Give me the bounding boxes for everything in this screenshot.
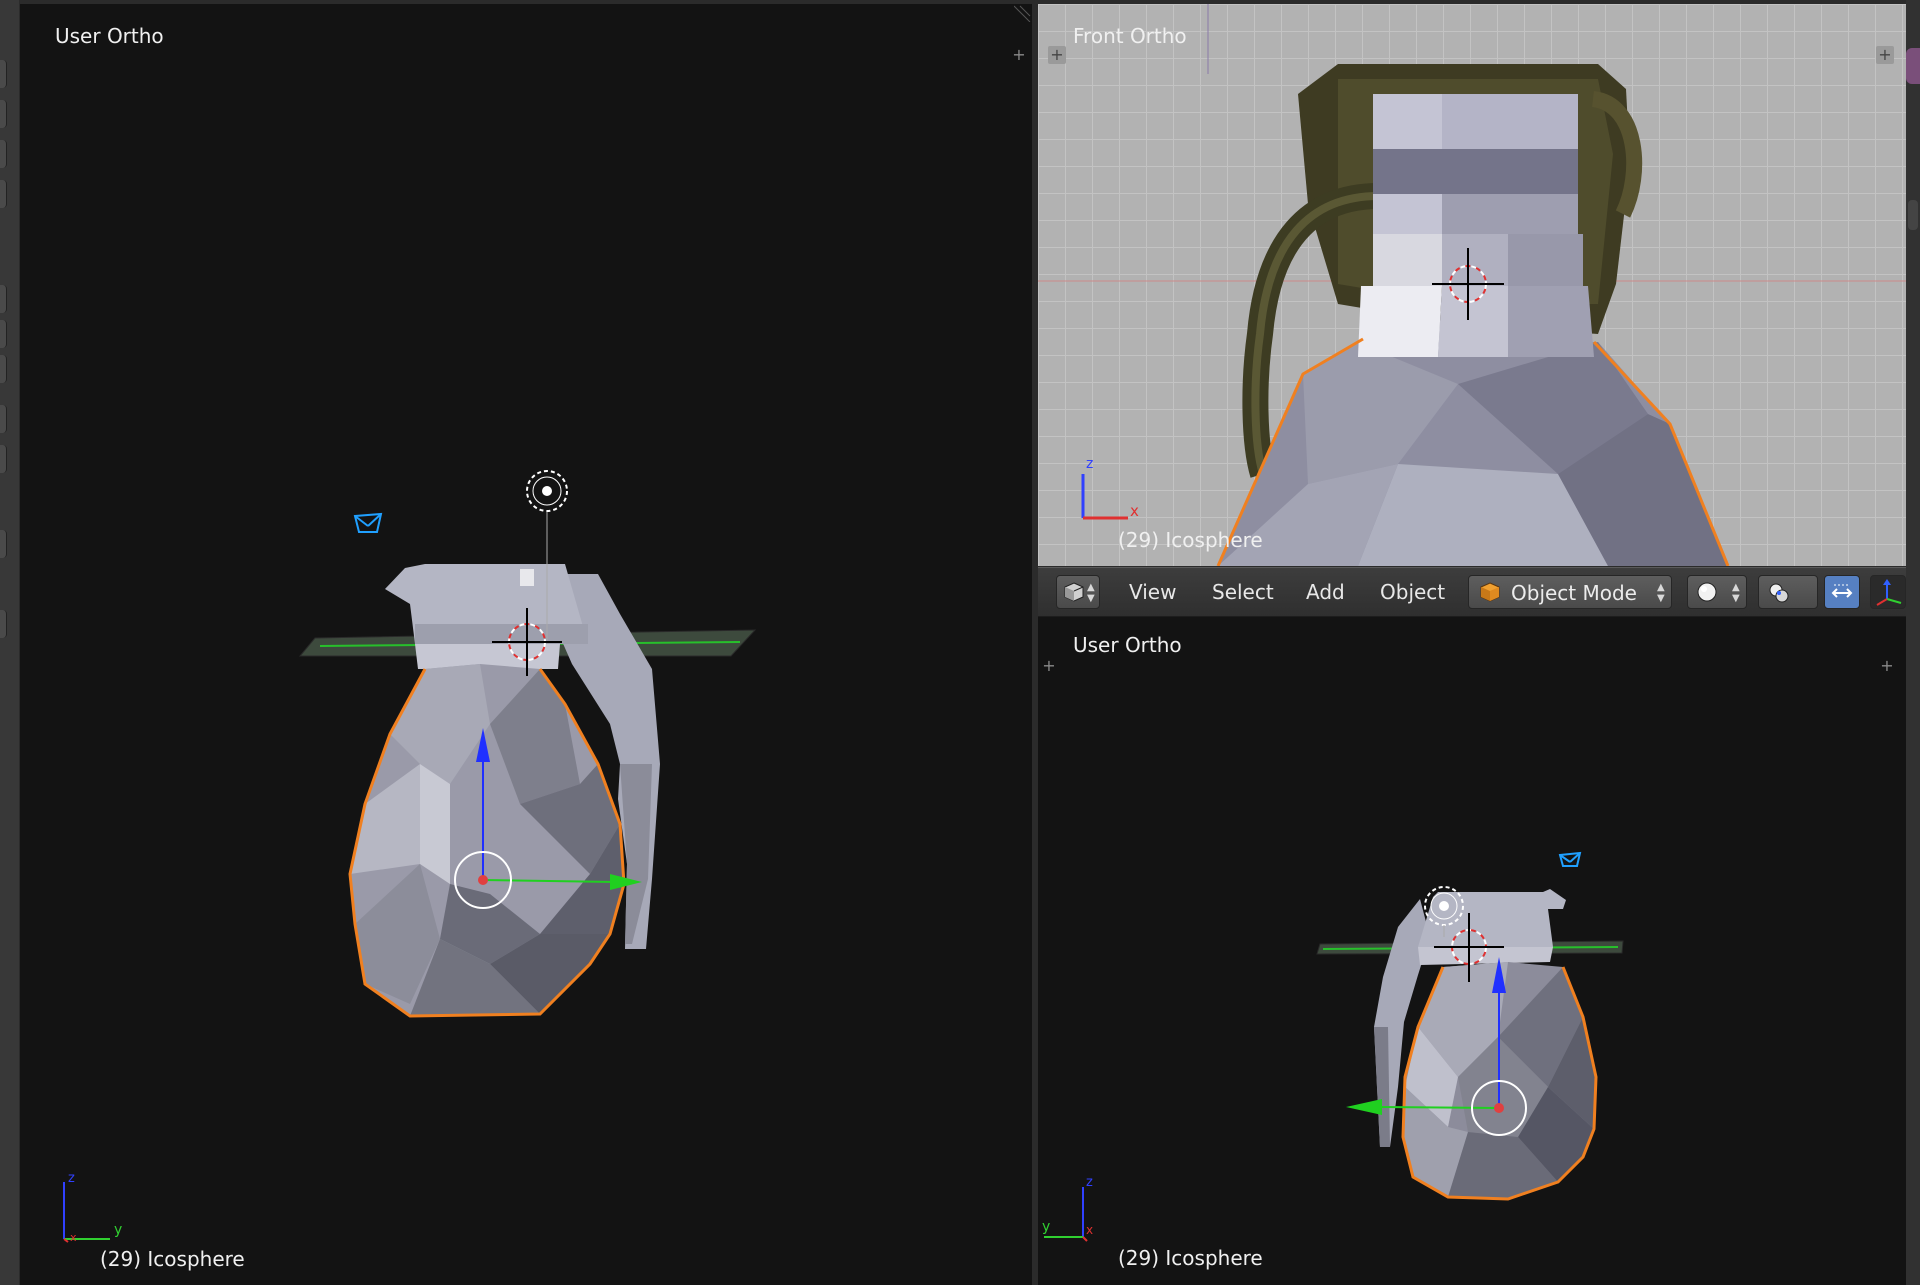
plus-icon[interactable]: + (1040, 657, 1058, 675)
menu-object[interactable]: Object (1380, 580, 1445, 604)
mode-selector[interactable]: Object Mode ▲ ▼ (1468, 575, 1672, 609)
object-label: (29) Icosphere (1118, 528, 1263, 552)
strip-tab[interactable] (0, 610, 7, 638)
viewport-user-ortho-bottom[interactable]: User Ortho z y x (29) Icosphere + + (1038, 617, 1906, 1285)
transform-axes-icon (1876, 579, 1902, 606)
panel-tab[interactable] (1908, 200, 1918, 230)
object-label: (29) Icosphere (100, 1247, 245, 1271)
object-label: (29) Icosphere (1118, 1246, 1263, 1270)
axis-label-z: z (1086, 1175, 1093, 1190)
updown-icon: ▲▼ (1087, 582, 1095, 604)
strip-tab[interactable] (0, 320, 7, 348)
viewport-title: User Ortho (1073, 633, 1182, 657)
menu-select[interactable]: Select (1212, 580, 1274, 604)
strip-tab[interactable] (0, 140, 7, 168)
axis-label-y: y (1042, 1219, 1051, 1235)
strip-tab[interactable] (0, 180, 7, 208)
axis-label-y: y (114, 1222, 123, 1238)
axis-label-z: z (68, 1171, 75, 1186)
object-cube-icon (1480, 582, 1500, 602)
viewport-title: Front Ortho (1073, 24, 1187, 48)
pivot-point-icon (1769, 583, 1789, 603)
menu-view[interactable]: View (1129, 580, 1176, 604)
editor-type-button[interactable]: ▲ ▼ (1056, 575, 1100, 609)
viewport-header: ▲ ▼ View Select Add Object Object Mode ▲ ▼… (1038, 567, 1920, 617)
axis-label-x: x (1086, 1223, 1094, 1237)
sphere-shading-icon (1697, 582, 1717, 602)
strip-tab[interactable] (0, 60, 7, 88)
right-panel-strip (1906, 0, 1920, 1285)
transform-widget-button[interactable] (1870, 575, 1906, 609)
viewport-front-ortho[interactable]: Front Ortho z x (29) Icosphere + + (1038, 4, 1906, 566)
manipulator-icon (1831, 584, 1853, 598)
shading-button[interactable]: ▲ ▼ (1687, 575, 1747, 609)
strip-tab[interactable] (0, 285, 7, 313)
plus-icon[interactable]: + (1878, 657, 1896, 675)
strip-tab[interactable] (0, 355, 7, 383)
axis-label-x: x (1130, 502, 1139, 520)
pivot-button[interactable] (1758, 575, 1818, 609)
viewport-user-ortho-left[interactable]: User Ortho z y x (29) Icosphere + (20, 4, 1032, 1285)
axis-label-x: x (70, 1231, 77, 1244)
strip-tab[interactable] (0, 405, 7, 433)
updown-icon: ▲▼ (1657, 582, 1665, 604)
mode-label: Object Mode (1511, 581, 1637, 605)
manipulator-button[interactable] (1824, 575, 1860, 609)
menu-add[interactable]: Add (1306, 580, 1345, 604)
strip-tab[interactable] (0, 445, 7, 473)
updown-icon: ▲▼ (1732, 582, 1740, 604)
axis-label-z: z (1086, 456, 1094, 472)
plus-icon[interactable]: + (1010, 46, 1028, 64)
plus-icon[interactable]: + (1876, 46, 1894, 64)
corner-grip-icon[interactable] (1014, 4, 1032, 22)
properties-tab[interactable] (1906, 48, 1920, 84)
left-tool-strip (0, 0, 19, 1285)
viewport-title: User Ortho (55, 24, 164, 48)
plus-icon[interactable]: + (1048, 46, 1066, 64)
strip-tab[interactable] (0, 530, 7, 558)
strip-tab[interactable] (0, 100, 7, 128)
cube-editor-icon (1064, 582, 1084, 602)
